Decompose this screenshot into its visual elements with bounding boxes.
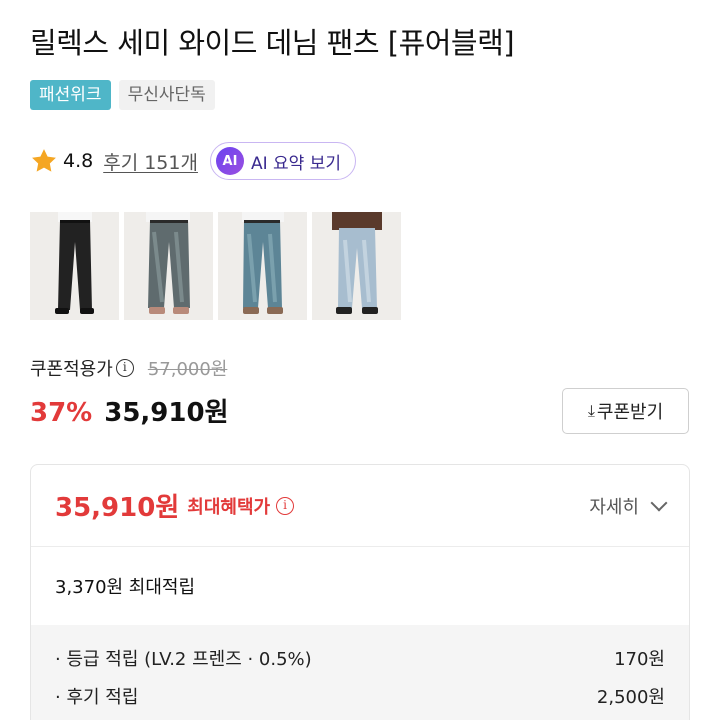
benefit-box: 35,910원 최대혜택가 i 자세히 3,370원 최대적립 · 등급 적립 … [30,464,690,720]
original-price: 57,000원 [147,359,228,380]
points-detail-row: · 등급 적립 (LV.2 프렌즈 · 0.5%) 170원 [55,639,665,677]
ai-summary-button[interactable]: AI AI 요약 보기 [209,142,356,180]
coupon-price-label-row: 쿠폰적용가 i 57,000원 [30,355,227,381]
thumbnail-strip [30,212,401,320]
max-benefit-info-icon[interactable]: i [276,496,295,515]
info-icon[interactable]: i [115,359,134,377]
points-detail-value: 2,500원 [596,687,665,708]
max-benefit-header: 35,910원 최대혜택가 i 자세히 [31,465,689,547]
get-coupon-label: 쿠폰받기 [596,402,664,423]
sale-price: 35,910원 [104,398,229,428]
points-detail-list: · 등급 적립 (LV.2 프렌즈 · 0.5%) 170원 · 후기 적립 2… [31,625,689,720]
rating-row: 4.8 후기 151개 AI AI 요약 보기 [30,142,356,180]
points-detail-value: 170원 [614,649,665,670]
star-icon [32,149,56,172]
chevron-down-icon [650,494,668,511]
price-row: 37% 35,910원 [30,392,229,429]
get-coupon-button[interactable]: ⤓ 쿠폰받기 [562,388,689,434]
discount-rate: 37% [30,398,93,428]
thumbnail-black[interactable] [30,212,119,320]
ai-summary-label: AI 요약 보기 [250,153,341,174]
detail-label: 자세히 [589,496,639,518]
review-link[interactable]: 후기 151개 [103,148,198,175]
tag-exclusive[interactable]: 무신사단독 [118,80,215,110]
points-summary: 3,370원 최대적립 [55,577,196,598]
points-detail-label: · 후기 적립 [55,687,139,708]
max-benefit-price: 35,910원 [55,493,180,523]
ai-icon: AI [215,147,244,175]
product-title: 릴렉스 세미 와이드 데님 팬츠 [퓨어블랙] [30,26,515,60]
thumbnail-grey-wash[interactable] [124,212,213,320]
thumbnail-light-wash[interactable] [312,212,401,320]
tag-fashion-week[interactable]: 패션위크 [30,80,111,110]
coupon-price-label: 쿠폰적용가 [30,359,113,380]
points-detail-label: · 등급 적립 (LV.2 프렌즈 · 0.5%) [55,649,312,670]
points-detail-row: · 후기 적립 2,500원 [55,677,665,715]
max-benefit-label: 최대혜택가 [187,496,271,518]
download-icon: ⤓ [587,401,595,420]
rating-score: 4.8 [63,150,94,172]
thumbnail-blue-wash[interactable] [218,212,307,320]
tag-list: 패션위크 무신사단독 [30,80,215,110]
detail-toggle-button[interactable]: 자세히 [589,493,668,519]
